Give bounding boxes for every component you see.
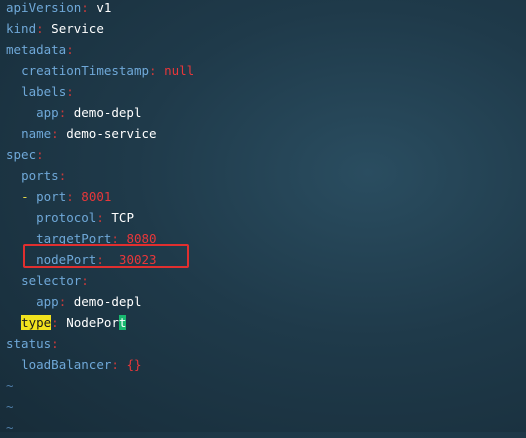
yaml-key: protocol — [36, 210, 97, 225]
yaml-key: app — [36, 105, 59, 120]
line-labels: labels: — [21, 84, 74, 99]
line-labels-app: app: demo-depl — [36, 105, 142, 120]
line-type: type: NodePort — [21, 315, 127, 330]
line-metadata: metadata: — [6, 42, 74, 57]
yaml-value: demo-depl — [73, 294, 142, 309]
yaml-value: TCP — [111, 210, 134, 225]
yaml-key: app — [36, 294, 59, 309]
yaml-value: {} — [126, 357, 142, 372]
yaml-value: v1 — [96, 0, 112, 15]
line-selector: selector: — [21, 273, 89, 288]
empty-line-marker: ~ — [6, 378, 14, 393]
yaml-value: Service — [51, 21, 104, 36]
yaml-key: spec — [6, 147, 37, 162]
yaml-key: loadBalancer — [21, 357, 112, 372]
yaml-value: null — [164, 63, 195, 78]
yaml-key: kind — [6, 21, 37, 36]
yaml-value: demo-service — [66, 126, 157, 141]
yaml-value: 30023 — [118, 252, 157, 267]
line-kind: kind: Service — [6, 21, 104, 36]
empty-line-marker: ~ — [6, 420, 14, 435]
yaml-value: demo-depl — [73, 105, 142, 120]
yaml-key: nodePort — [36, 252, 97, 267]
yaml-editor[interactable]: apiVersion: v1 kind: Service metadata: c… — [6, 0, 521, 438]
line-ports: ports: — [21, 168, 67, 183]
yaml-value: NodePor — [66, 315, 119, 330]
yaml-key: selector — [21, 273, 82, 288]
yaml-key: apiVersion — [6, 0, 82, 15]
empty-line-marker: ~ — [6, 399, 14, 414]
search-match: type — [21, 315, 52, 330]
yaml-key: name — [21, 126, 52, 141]
list-dash: - — [21, 189, 29, 204]
line-node-port: nodePort: 30023 — [36, 252, 157, 267]
line-status: status: — [6, 336, 59, 351]
yaml-key: status — [6, 336, 52, 351]
line-creation-timestamp: creationTimestamp: null — [21, 63, 195, 78]
text-cursor[interactable]: t — [118, 315, 127, 330]
line-port: - port: 8001 — [21, 189, 112, 204]
line-name: name: demo-service — [21, 126, 157, 141]
yaml-value: 8080 — [126, 231, 157, 246]
yaml-key: port — [36, 189, 67, 204]
yaml-key: ports — [21, 168, 59, 183]
yaml-key: creationTimestamp — [21, 63, 149, 78]
yaml-key: labels — [21, 84, 67, 99]
line-load-balancer: loadBalancer: {} — [21, 357, 142, 372]
line-selector-app: app: demo-depl — [36, 294, 142, 309]
line-target-port: targetPort: 8080 — [36, 231, 157, 246]
line-apiversion: apiVersion: v1 — [6, 0, 112, 15]
yaml-key: targetPort — [36, 231, 112, 246]
yaml-key: metadata — [6, 42, 67, 57]
line-spec: spec: — [6, 147, 44, 162]
line-protocol: protocol: TCP — [36, 210, 134, 225]
yaml-value: 8001 — [81, 189, 112, 204]
